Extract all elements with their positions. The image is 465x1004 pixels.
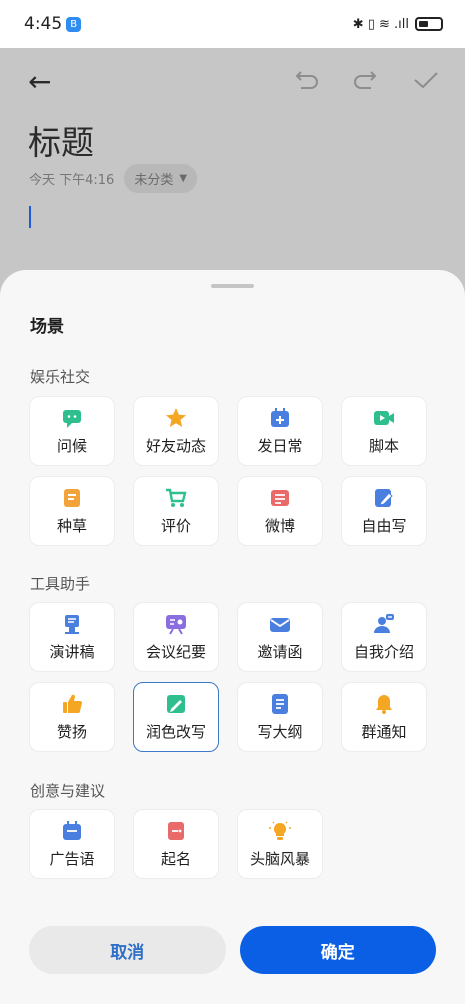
- cart-icon: [165, 487, 187, 509]
- cancel-button[interactable]: 取消: [29, 926, 226, 974]
- section-title-creative: 创意与建议: [30, 782, 106, 800]
- scene-tile[interactable]: 邀请函: [237, 602, 323, 672]
- scene-label: 微博: [264, 516, 295, 535]
- scene-tile[interactable]: 会议纪要: [133, 602, 219, 672]
- scene-tile[interactable]: 头脑风暴: [237, 809, 323, 879]
- scene-label: 起名: [160, 849, 191, 868]
- scene-label: 会议纪要: [145, 642, 206, 661]
- outline-icon: [269, 693, 291, 715]
- star-icon: [165, 407, 187, 429]
- lightbulb-icon: [269, 820, 291, 842]
- bell-icon: [373, 693, 395, 715]
- back-arrow-icon[interactable]: ←: [28, 68, 51, 96]
- edit-icon: [373, 487, 395, 509]
- sheet-drag-handle[interactable]: [211, 284, 254, 288]
- scene-label: 问候: [56, 436, 87, 455]
- scene-label: 脚本: [368, 436, 399, 455]
- scene-tile[interactable]: 评价: [133, 476, 219, 546]
- scene-label: 自由写: [361, 516, 407, 535]
- scene-label: 邀请函: [257, 642, 303, 661]
- scene-tile[interactable]: 脚本: [341, 396, 427, 466]
- check-icon[interactable]: [413, 68, 439, 96]
- scene-tile[interactable]: 自由写: [341, 476, 427, 546]
- note-editor: ← 标题 今天 下午4:16 未分类 ▼: [0, 48, 465, 270]
- scene-label: 群通知: [361, 722, 407, 741]
- app-notification-icon: B: [66, 16, 82, 32]
- status-indicators: ✱ ▯ ≋ .ıll: [353, 17, 443, 32]
- confirm-button[interactable]: 确定: [239, 926, 436, 974]
- category-dropdown[interactable]: 未分类 ▼: [124, 164, 198, 193]
- scene-tile[interactable]: 群通知: [341, 682, 427, 752]
- scene-tile[interactable]: 赞扬: [29, 682, 115, 752]
- scene-tile[interactable]: 广告语: [29, 809, 115, 879]
- status-bar: 4:45 B ✱ ▯ ≋ .ıll: [0, 0, 465, 48]
- status-time: 4:45: [24, 14, 63, 34]
- scene-tile[interactable]: 写大纲: [237, 682, 323, 752]
- status-signal-icons: ✱ ▯ ≋ .ıll: [352, 16, 409, 32]
- scene-label: 评价: [160, 516, 191, 535]
- video-icon: [373, 407, 395, 429]
- redo-icon[interactable]: [353, 68, 379, 96]
- section-title-tools: 工具助手: [30, 575, 91, 593]
- note-date: 今天 下午4:16: [29, 173, 115, 188]
- battery-icon: [415, 17, 443, 31]
- sheet-title: 场景: [30, 317, 64, 337]
- note-icon: [61, 487, 83, 509]
- scene-label: 广告语: [49, 849, 95, 868]
- editor-toolbar: ←: [28, 66, 439, 98]
- scene-label: 自我介绍: [353, 642, 414, 661]
- scene-grid-creative: 广告语 起名 头脑风暴: [29, 809, 427, 879]
- scene-label: 写大纲: [257, 722, 303, 741]
- scene-grid-tools: 演讲稿 会议纪要 邀请函 自我介绍 赞扬 润色改写 写大纲 群通知: [29, 602, 427, 752]
- text-cursor: [29, 206, 31, 228]
- list-icon: [269, 487, 291, 509]
- scene-label: 赞扬: [56, 722, 87, 741]
- scene-tile-selected[interactable]: 润色改写: [133, 682, 219, 752]
- scene-tile[interactable]: 种草: [29, 476, 115, 546]
- scene-tile[interactable]: 发日常: [237, 396, 323, 466]
- pencil-note-icon: [165, 693, 187, 715]
- scene-tile[interactable]: 问候: [29, 396, 115, 466]
- calendar-add-icon: [269, 407, 291, 429]
- scene-bottom-sheet: 场景 娱乐社交 问候 好友动态 发日常 脚本 种草 评价 微博 自由写 工具助手…: [0, 270, 465, 1004]
- scene-tile[interactable]: 演讲稿: [29, 602, 115, 672]
- scene-label: 发日常: [257, 436, 303, 455]
- scene-tile[interactable]: 起名: [133, 809, 219, 879]
- chevron-down-icon: ▼: [179, 173, 188, 184]
- scene-label: 演讲稿: [49, 642, 95, 661]
- scene-label: 好友动态: [145, 436, 206, 455]
- note-title[interactable]: 标题: [28, 116, 94, 164]
- section-title-social: 娱乐社交: [30, 368, 91, 386]
- scene-tile[interactable]: 微博: [237, 476, 323, 546]
- envelope-icon: [269, 613, 291, 635]
- chat-icon: [61, 407, 83, 429]
- scene-tile[interactable]: 自我介绍: [341, 602, 427, 672]
- undo-icon[interactable]: [293, 68, 319, 96]
- status-time-group: 4:45 B: [24, 14, 82, 34]
- category-label: 未分类: [134, 173, 174, 188]
- thumbs-up-icon: [61, 693, 83, 715]
- scene-tile[interactable]: 好友动态: [133, 396, 219, 466]
- note-meta: 今天 下午4:16 未分类 ▼: [29, 164, 198, 193]
- scene-grid-social: 问候 好友动态 发日常 脚本 种草 评价 微博 自由写: [29, 396, 427, 546]
- name-tag-icon: [165, 820, 187, 842]
- scene-label: 头脑风暴: [249, 849, 310, 868]
- calendar-icon: [61, 820, 83, 842]
- sheet-buttons: 取消 确定: [29, 926, 436, 974]
- podium-icon: [61, 613, 83, 635]
- person-icon: [373, 613, 395, 635]
- presentation-icon: [165, 613, 187, 635]
- editor-actions: [293, 68, 439, 96]
- scene-label: 润色改写: [145, 722, 206, 741]
- scene-label: 种草: [56, 516, 87, 535]
